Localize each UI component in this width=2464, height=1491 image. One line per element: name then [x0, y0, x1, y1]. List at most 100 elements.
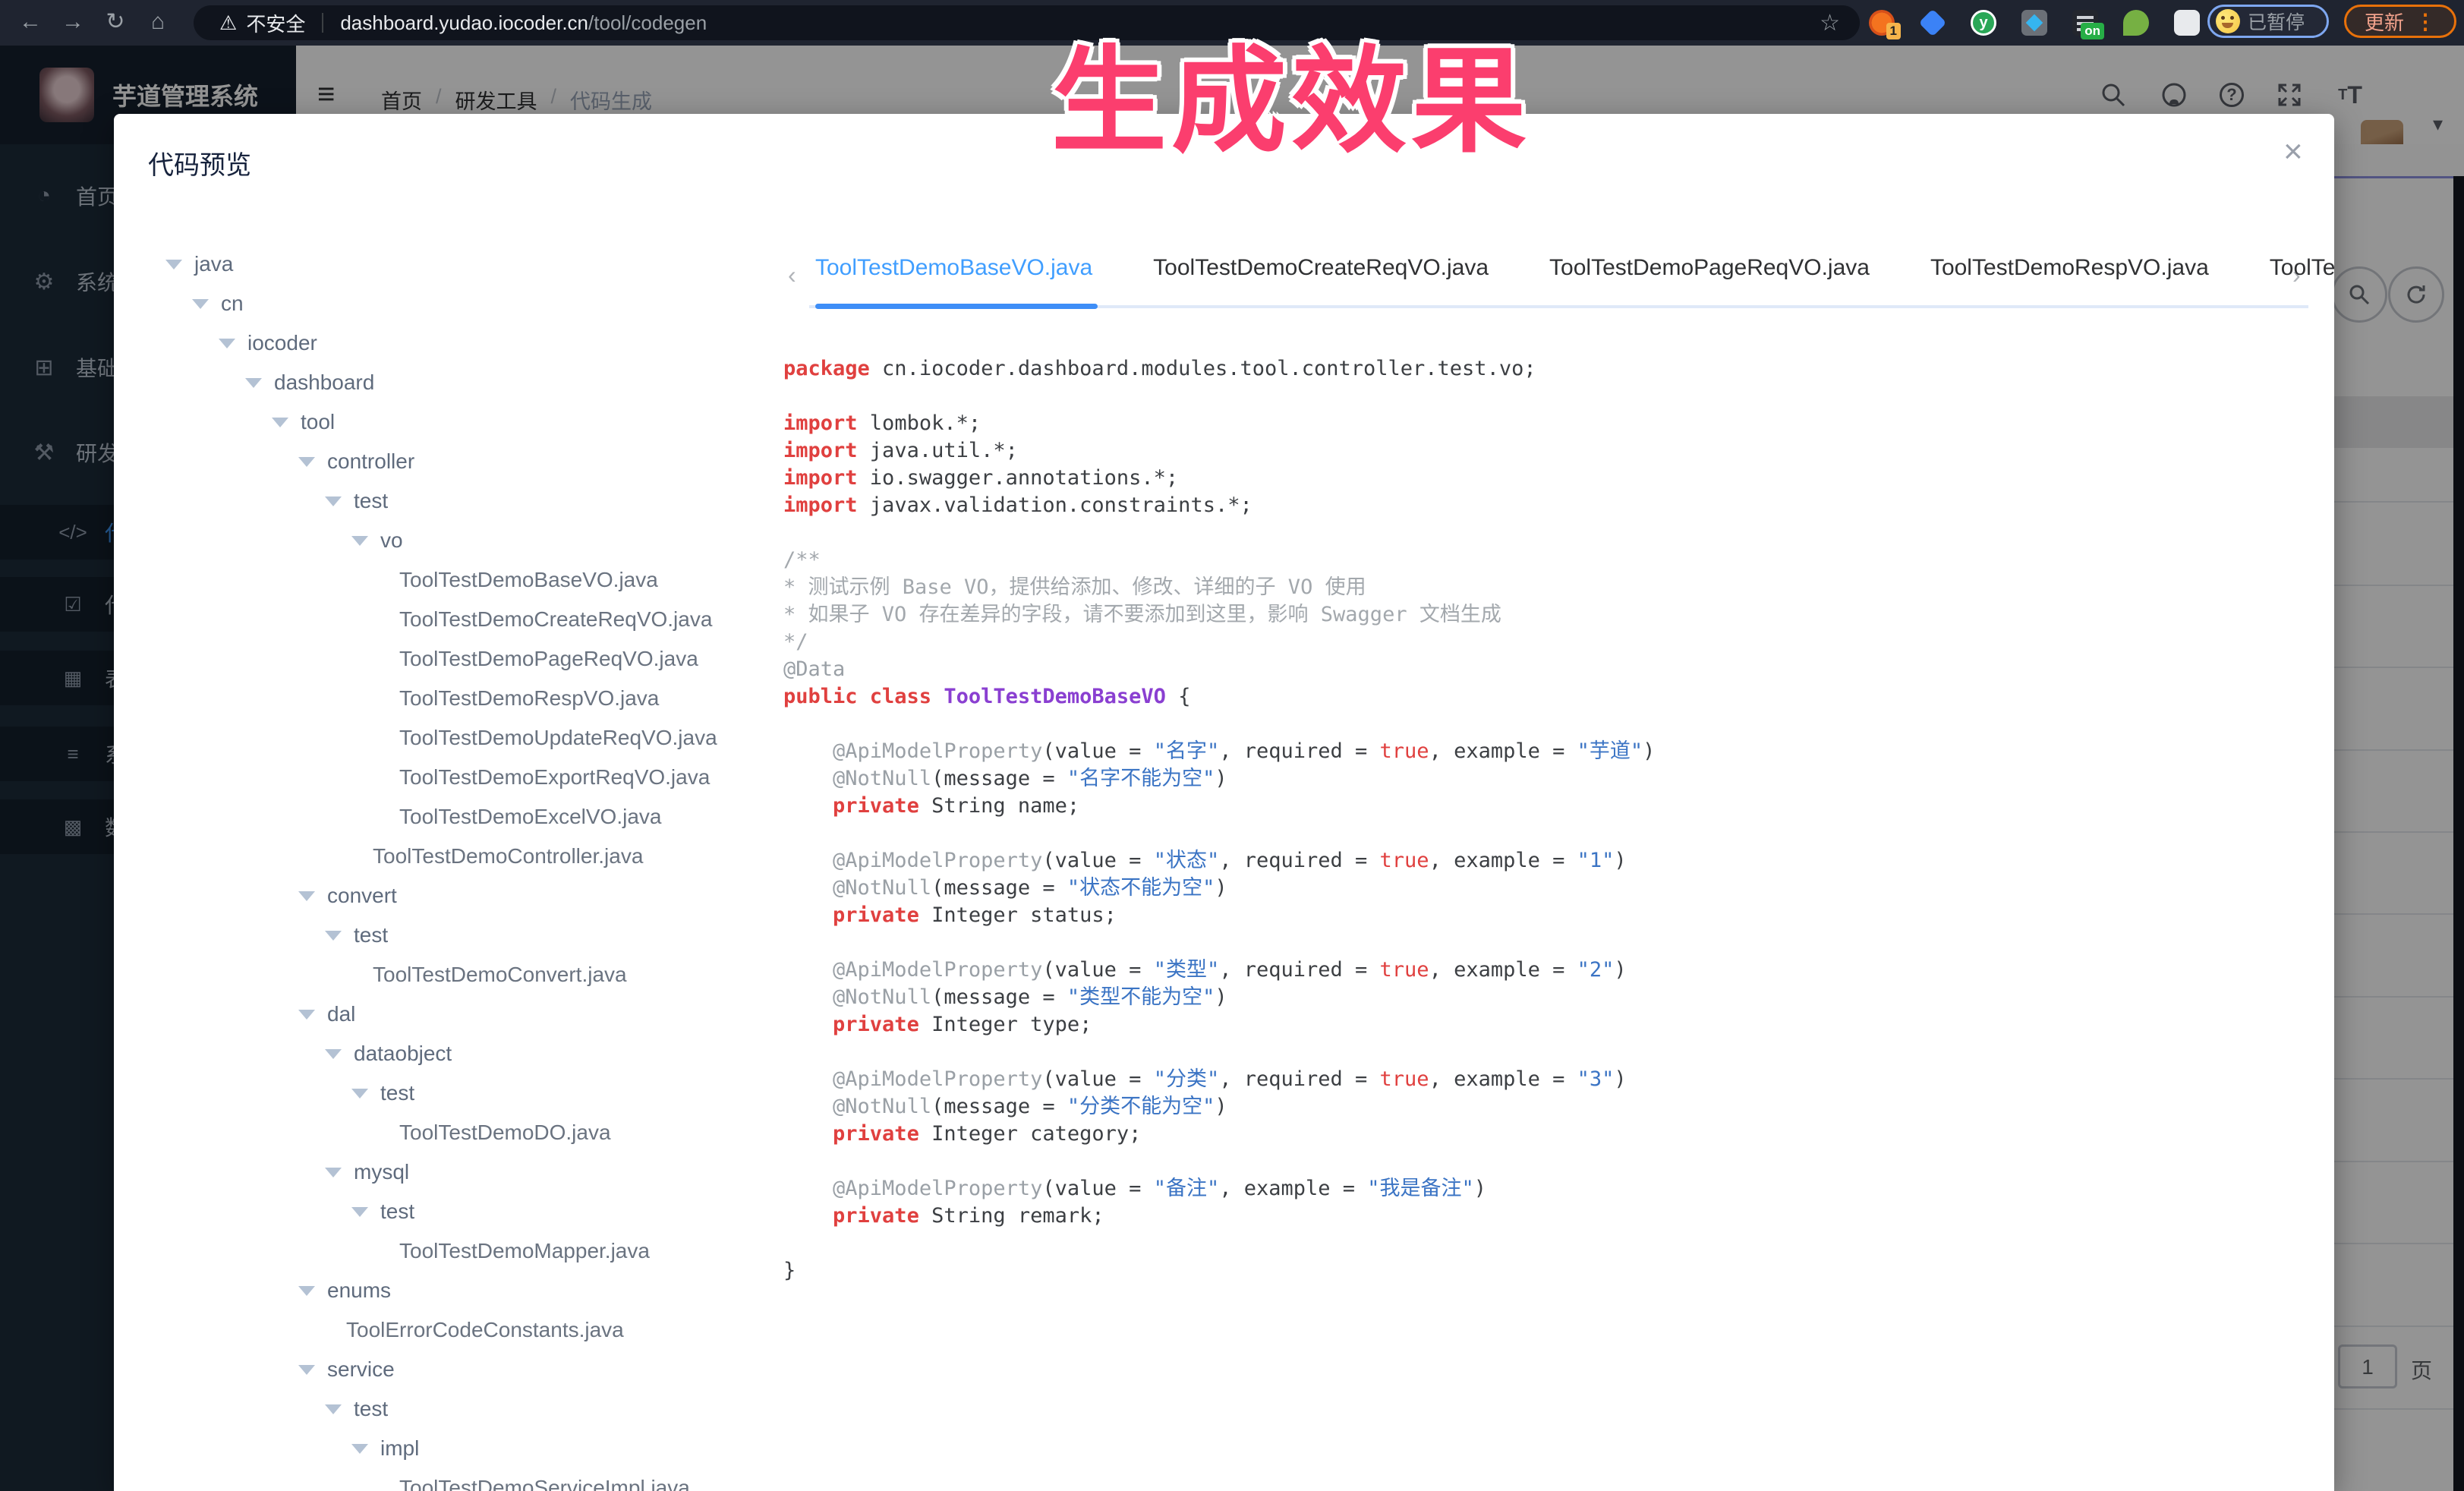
code-line: @NotNull(message = "状态不能为空") [783, 875, 1655, 902]
tree-expand-caret-icon[interactable] [325, 496, 342, 506]
code-line: /** [783, 547, 1655, 574]
reload-icon[interactable]: ↻ [94, 0, 137, 46]
tree-node-label: ToolTestDemoRespVO.java [399, 686, 659, 711]
tree-expand-caret-icon[interactable] [298, 891, 315, 901]
bookmark-star-icon[interactable]: ☆ [1820, 10, 1840, 36]
security-label[interactable]: 不安全 [246, 9, 305, 37]
tab-toolte[interactable]: ToolTe [2270, 255, 2334, 281]
tree-node-label: dataobject [354, 1042, 452, 1066]
tree-file[interactable]: ToolTestDemoExcelVO.java [399, 800, 661, 834]
tab-tooltestdemopagereqvo-java[interactable]: ToolTestDemoPageReqVO.java [1549, 255, 1870, 281]
forward-icon[interactable]: → [52, 0, 94, 46]
address-bar[interactable]: ⚠ 不安全 dashboard.yudao.iocoder.cn /tool/c… [194, 5, 1860, 40]
screen: ← → ↻ ⌂ ⚠ 不安全 dashboard.yudao.iocoder.cn… [0, 0, 2464, 1491]
tree-expand-caret-icon[interactable] [325, 931, 342, 941]
tree-file[interactable]: ToolTestDemoPageReqVO.java [399, 642, 698, 676]
home-icon[interactable]: ⌂ [137, 0, 179, 46]
tree-expand-caret-icon[interactable] [219, 339, 235, 348]
tree-expand-caret-icon[interactable] [298, 1365, 315, 1375]
tree-folder[interactable]: test [325, 1392, 388, 1426]
tree-folder[interactable]: dataobject [325, 1037, 452, 1070]
tab-tooltestdemorespvo-java[interactable]: ToolTestDemoRespVO.java [1930, 255, 2209, 281]
code-line [783, 1039, 1655, 1066]
tree-folder[interactable]: test [325, 919, 388, 952]
url-path: /tool/codegen [588, 11, 707, 35]
code-line: public class ToolTestDemoBaseVO { [783, 683, 1655, 711]
list-on-extension-icon[interactable]: on [2072, 10, 2098, 36]
code-line: import io.swagger.annotations.*; [783, 465, 1655, 492]
divider [322, 13, 323, 33]
code-line: @NotNull(message = "名字不能为空") [783, 765, 1655, 793]
code-line: import lombok.*; [783, 410, 1655, 437]
tree-file[interactable]: ToolTestDemoDO.java [399, 1116, 611, 1149]
tree-node-label: tool [301, 410, 335, 434]
tree-expand-caret-icon[interactable] [272, 418, 288, 427]
tree-folder[interactable]: test [351, 1076, 414, 1110]
grid-extension-icon[interactable] [2021, 10, 2047, 36]
tree-file[interactable]: ToolTestDemoRespVO.java [399, 682, 659, 715]
tree-node-label: ToolTestDemoExcelVO.java [399, 805, 661, 829]
tree-file[interactable]: ToolTestDemoController.java [373, 840, 643, 873]
tree-expand-caret-icon[interactable] [325, 1168, 342, 1177]
extension-badge: 1 [1886, 23, 1901, 39]
tree-file[interactable]: ToolTestDemoMapper.java [399, 1234, 650, 1268]
tree-expand-caret-icon[interactable] [298, 1286, 315, 1296]
tree-file[interactable]: ToolTestDemoBaseVO.java [399, 563, 658, 597]
file-tree: java cniocoder dashboard tool controller test… [114, 114, 782, 1491]
tabs-scroll-left-icon[interactable]: ‹ [788, 261, 796, 289]
sprout-extension-icon[interactable] [2123, 10, 2149, 36]
tree-folder[interactable]: tool [272, 405, 335, 439]
tree-folder[interactable]: cn [192, 287, 244, 320]
tree-file[interactable]: ToolTestDemoConvert.java [373, 958, 627, 991]
tree-folder[interactable]: dal [298, 998, 355, 1031]
green-y-extension-icon[interactable]: y [1971, 10, 1996, 36]
tree-expand-caret-icon[interactable] [351, 1444, 368, 1454]
tree-expand-caret-icon[interactable] [298, 1010, 315, 1020]
tree-expand-caret-icon[interactable] [351, 536, 368, 546]
code-line [783, 519, 1655, 547]
tree-file[interactable]: ToolTestDemoServiceImpl.java [399, 1471, 690, 1491]
tab-tooltestdemocreatereqvo-java[interactable]: ToolTestDemoCreateReqVO.java [1153, 255, 1489, 281]
tree-folder[interactable]: mysql [325, 1155, 409, 1189]
tree-folder[interactable]: enums [298, 1274, 391, 1307]
tree-expand-caret-icon[interactable] [245, 378, 262, 388]
tree-folder[interactable]: test [325, 484, 388, 518]
kebab-menu-icon[interactable]: ⋮ [2415, 9, 2436, 34]
profile-paused-chip[interactable]: 已暂停 [2207, 5, 2329, 38]
tree-expand-caret-icon[interactable] [192, 299, 209, 309]
update-button[interactable]: 更新 ⋮ [2344, 5, 2456, 38]
ubuntu-extension-icon[interactable]: 1 [1869, 10, 1895, 36]
tree-expand-caret-icon[interactable] [351, 1089, 368, 1099]
tree-folder[interactable]: controller [298, 445, 414, 478]
close-icon[interactable]: × [2283, 135, 2303, 169]
tree-folder[interactable]: iocoder [219, 326, 317, 360]
tree-folder[interactable]: dashboard [245, 366, 374, 399]
update-label: 更新 [2365, 8, 2404, 36]
tree-folder[interactable]: java [165, 247, 233, 281]
gem-extension-icon[interactable] [1919, 9, 1947, 37]
tree-file[interactable]: ToolTestDemoUpdateReqVO.java [399, 721, 717, 755]
tree-expand-caret-icon[interactable] [298, 457, 315, 467]
tree-expand-caret-icon[interactable] [325, 1404, 342, 1414]
tree-node-label: java [194, 252, 233, 276]
tree-expand-caret-icon[interactable] [325, 1049, 342, 1059]
tree-file[interactable]: ToolTestDemoExportReqVO.java [399, 761, 710, 794]
tree-folder[interactable]: test [351, 1195, 414, 1228]
tree-node-label: ToolTestDemoBaseVO.java [399, 568, 658, 592]
tree-folder[interactable]: impl [351, 1432, 419, 1465]
tree-node-label: test [380, 1199, 414, 1224]
back-icon[interactable]: ← [9, 0, 52, 46]
tree-node-label: ToolTestDemoExportReqVO.java [399, 765, 710, 790]
tree-expand-caret-icon[interactable] [165, 260, 182, 270]
tree-node-label: dashboard [274, 370, 374, 395]
tree-folder[interactable]: service [298, 1353, 395, 1386]
tree-folder[interactable]: vo [351, 524, 403, 557]
tree-expand-caret-icon[interactable] [351, 1207, 368, 1217]
tree-node-label: iocoder [247, 331, 317, 355]
tree-file[interactable]: ToolErrorCodeConstants.java [346, 1313, 624, 1347]
puzzle-extension-icon[interactable] [2174, 10, 2200, 36]
tree-folder[interactable]: convert [298, 879, 397, 913]
tree-node-label: vo [380, 528, 403, 553]
tab-tooltestdemobasevo-java[interactable]: ToolTestDemoBaseVO.java [815, 255, 1092, 281]
tree-file[interactable]: ToolTestDemoCreateReqVO.java [399, 603, 712, 636]
